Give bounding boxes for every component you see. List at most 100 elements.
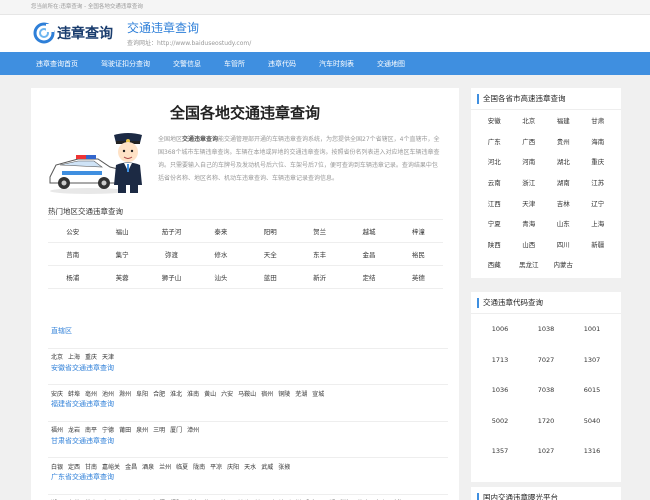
violation-code-link[interactable]: 5002	[477, 406, 523, 437]
city-link[interactable]: 兰州	[159, 464, 171, 471]
province-link[interactable]: 河南	[512, 151, 547, 172]
nav-item-traffic-map[interactable]: 交通地图	[377, 59, 405, 69]
hot-city-link[interactable]: 东丰	[294, 243, 345, 266]
city-link[interactable]: 酒泉	[142, 464, 154, 471]
hot-city-link[interactable]: 集宁	[97, 243, 147, 266]
province-link[interactable]: 江苏	[581, 172, 616, 193]
hot-city-link[interactable]: 新沂	[294, 266, 345, 289]
violation-code-link[interactable]: 1038	[523, 314, 569, 345]
hot-city-link[interactable]: 贺兰	[294, 220, 345, 243]
city-link[interactable]: 庆阳	[227, 464, 239, 471]
nav-item-bus-timetable[interactable]: 汽车时刻表	[319, 59, 354, 69]
region-title-link[interactable]: 广东省交通违章查询	[48, 473, 114, 481]
city-link[interactable]: 金昌	[125, 464, 137, 471]
violation-code-link[interactable]: 1357	[477, 436, 523, 467]
hot-city-link[interactable]: 茄子河	[146, 220, 197, 243]
city-link[interactable]: 六安	[221, 391, 233, 398]
city-link[interactable]: 阜阳	[136, 391, 148, 398]
hot-city-link[interactable]: 福山	[97, 220, 147, 243]
violation-code-link[interactable]: 1713	[477, 345, 523, 376]
province-link[interactable]: 宁夏	[477, 213, 512, 234]
city-link[interactable]: 马鞍山	[238, 391, 256, 398]
violation-code-link[interactable]: 1720	[523, 406, 569, 437]
city-link[interactable]: 黄山	[204, 391, 216, 398]
hot-city-link[interactable]: 莒南	[48, 243, 98, 266]
province-link[interactable]: 山西	[512, 234, 547, 255]
province-link[interactable]: 海南	[581, 131, 616, 152]
province-link[interactable]: 四川	[546, 234, 581, 255]
province-link[interactable]: 内蒙古	[546, 254, 581, 275]
violation-code-link[interactable]: 1001	[569, 314, 615, 345]
province-link[interactable]: 河北	[477, 151, 512, 172]
hot-city-link[interactable]: 裕民	[393, 243, 443, 266]
hot-city-link[interactable]: 弥渡	[146, 243, 197, 266]
nav-item-police-info[interactable]: 交警信息	[173, 59, 201, 69]
nav-item-license-points[interactable]: 驾驶证扣分查询	[101, 59, 150, 69]
hot-city-link[interactable]: 芙蓉	[97, 266, 147, 289]
hot-city-link[interactable]: 阳明	[245, 220, 295, 243]
province-link[interactable]: 青海	[512, 213, 547, 234]
province-link[interactable]: 北京	[512, 110, 547, 131]
hot-city-link[interactable]: 蓝田	[245, 266, 295, 289]
hot-city-link[interactable]: 杨浦	[48, 266, 98, 289]
province-link[interactable]: 黑龙江	[512, 254, 547, 275]
hot-city-link[interactable]: 修水	[196, 243, 246, 266]
city-link[interactable]: 三明	[153, 427, 165, 434]
province-link[interactable]: 贵州	[546, 131, 581, 152]
city-link[interactable]: 武威	[261, 464, 273, 471]
hot-city-link[interactable]: 天全	[245, 243, 295, 266]
nav-item-vehicle-office[interactable]: 车管所	[224, 59, 245, 69]
province-link[interactable]: 安徽	[477, 110, 512, 131]
nav-item-violation-codes[interactable]: 违章代码	[268, 59, 296, 69]
hot-city-link[interactable]: 公安	[48, 220, 98, 243]
city-link[interactable]: 莆田	[119, 427, 131, 434]
province-link[interactable]: 广东	[477, 131, 512, 152]
province-link[interactable]: 山东	[546, 213, 581, 234]
region-title-link[interactable]: 直辖区	[48, 327, 72, 335]
city-link[interactable]: 合肥	[153, 391, 165, 398]
province-link[interactable]: 云南	[477, 172, 512, 193]
city-link[interactable]: 淮北	[170, 391, 182, 398]
violation-code-link[interactable]: 5040	[569, 406, 615, 437]
city-link[interactable]: 张掖	[278, 464, 290, 471]
city-link[interactable]: 宣城	[312, 391, 324, 398]
hot-city-link[interactable]: 金昌	[344, 243, 394, 266]
province-link[interactable]: 西藏	[477, 254, 512, 275]
violation-code-link[interactable]: 1006	[477, 314, 523, 345]
province-link[interactable]: 吉林	[546, 192, 581, 213]
violation-code-link[interactable]: 7027	[523, 345, 569, 376]
province-link[interactable]: 湖北	[546, 151, 581, 172]
hot-city-link[interactable]: 泰来	[196, 220, 246, 243]
city-link[interactable]: 宿州	[261, 391, 273, 398]
province-link[interactable]: 甘肃	[581, 110, 616, 131]
city-link[interactable]: 平凉	[210, 464, 222, 471]
region-title-link[interactable]: 甘肃省交通违章查询	[48, 437, 114, 445]
violation-code-link[interactable]: 1036	[477, 375, 523, 406]
province-link[interactable]: 天津	[512, 192, 547, 213]
violation-code-link[interactable]: 1316	[569, 436, 615, 467]
hot-city-link[interactable]: 狮子山	[146, 266, 197, 289]
hot-city-link[interactable]: 梓潼	[393, 220, 443, 243]
site-logo[interactable]: 违章查询	[33, 19, 123, 47]
violation-code-link[interactable]: 7038	[523, 375, 569, 406]
province-link[interactable]: 辽宁	[581, 192, 616, 213]
violation-code-link[interactable]: 1027	[523, 436, 569, 467]
city-link[interactable]: 滁州	[119, 391, 131, 398]
hot-city-link[interactable]: 英德	[393, 266, 443, 289]
province-link[interactable]: 湖南	[546, 172, 581, 193]
hot-city-link[interactable]: 汕头	[196, 266, 246, 289]
city-link[interactable]: 淮南	[187, 391, 199, 398]
city-link[interactable]: 芜湖	[295, 391, 307, 398]
city-link[interactable]: 临夏	[176, 464, 188, 471]
hot-city-link[interactable]: 定结	[344, 266, 394, 289]
city-link[interactable]: 泉州	[136, 427, 148, 434]
province-link[interactable]: 江西	[477, 192, 512, 213]
city-link[interactable]: 厦门	[170, 427, 182, 434]
city-link[interactable]: 铜陵	[278, 391, 290, 398]
region-title-link[interactable]: 安徽省交通违章查询	[48, 364, 114, 372]
province-link[interactable]: 浙江	[512, 172, 547, 193]
province-link[interactable]: 重庆	[581, 151, 616, 172]
province-link[interactable]: 新疆	[581, 234, 616, 255]
province-link[interactable]: 上海	[581, 213, 616, 234]
violation-code-link[interactable]: 6015	[569, 375, 615, 406]
